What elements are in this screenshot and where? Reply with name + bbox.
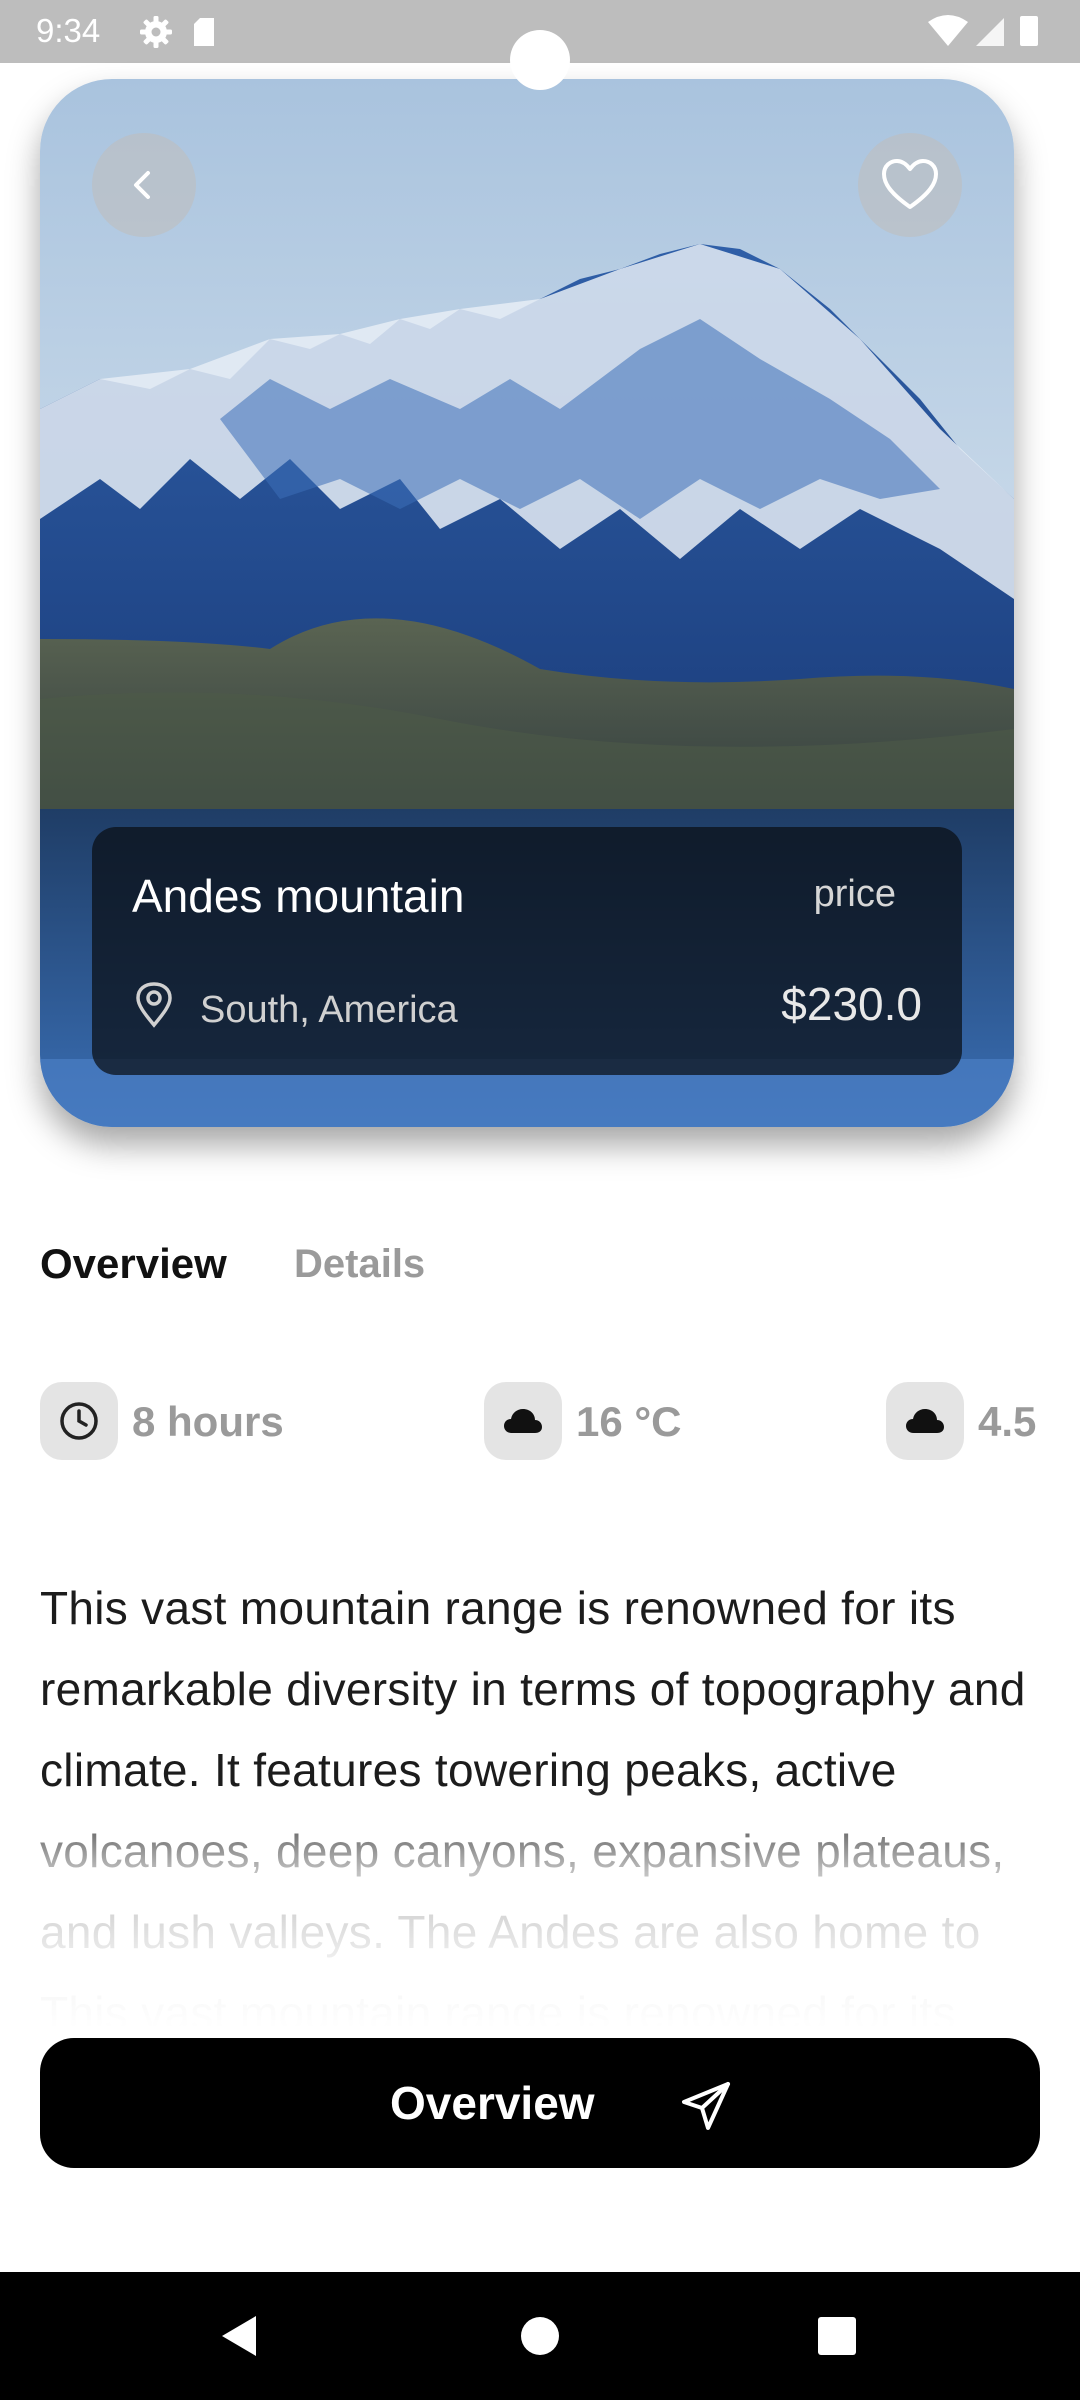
battery-icon bbox=[1020, 16, 1038, 46]
hero-card[interactable]: Andes mountain price South, America $230… bbox=[40, 79, 1014, 1127]
sd-card-icon bbox=[194, 18, 214, 46]
place-location: South, America bbox=[200, 989, 458, 1031]
heart-icon bbox=[882, 159, 938, 209]
tab-details[interactable]: Details bbox=[294, 1242, 425, 1287]
place-title: Andes mountain bbox=[132, 870, 465, 922]
wifi-icon bbox=[928, 15, 968, 46]
favorite-button[interactable] bbox=[858, 133, 962, 237]
price-label: price bbox=[813, 873, 896, 915]
description-container[interactable]: This vast mountain range is renowned for… bbox=[40, 1568, 1050, 2028]
back-button[interactable] bbox=[92, 133, 196, 237]
camera-cutout bbox=[510, 30, 570, 90]
cell-signal-icon bbox=[976, 18, 1004, 46]
chevron-left-icon bbox=[134, 171, 150, 199]
nav-back-icon bbox=[222, 2316, 256, 2356]
description-fade bbox=[40, 1788, 1050, 2028]
cloud-icon bbox=[906, 1409, 944, 1433]
settings-icon bbox=[140, 16, 172, 48]
status-right-icons bbox=[926, 14, 1046, 55]
stat-label: 4.5 bbox=[978, 1398, 1037, 1445]
send-icon bbox=[682, 2082, 730, 2130]
overview-button-label: Overview bbox=[390, 2077, 595, 2129]
nav-recents-icon bbox=[818, 2317, 856, 2355]
system-navigation-bar bbox=[0, 2272, 1080, 2400]
nav-home-icon bbox=[521, 2317, 559, 2355]
price-value: $230.0 bbox=[781, 978, 922, 1030]
stat-chip bbox=[886, 1382, 964, 1460]
status-left-icons bbox=[138, 14, 218, 55]
location-pin-icon bbox=[136, 982, 172, 1028]
overview-button[interactable]: Overview bbox=[40, 2038, 1040, 2168]
stat-label: 8 hours bbox=[132, 1398, 284, 1445]
tab-overview[interactable]: Overview bbox=[40, 1240, 227, 1288]
stat-chip bbox=[484, 1382, 562, 1460]
clock-icon bbox=[60, 1402, 98, 1440]
place-info-card: Andes mountain price South, America $230… bbox=[92, 827, 962, 1075]
status-time: 9:34 bbox=[36, 12, 101, 49]
cloud-icon bbox=[504, 1409, 542, 1433]
stat-chip bbox=[40, 1382, 118, 1460]
stat-label: 16 °C bbox=[576, 1398, 682, 1445]
